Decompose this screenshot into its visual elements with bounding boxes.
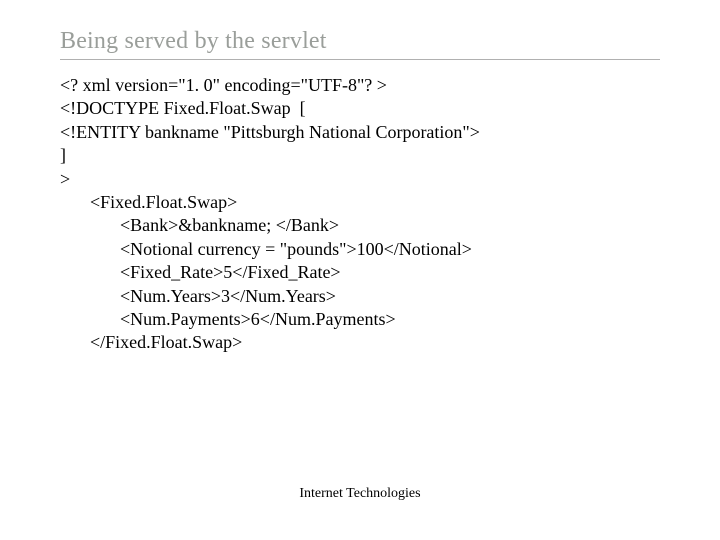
slide-title: Being served by the servlet (60, 28, 660, 55)
code-line: <Num.Years>3</Num.Years> (60, 285, 660, 308)
code-line: <!ENTITY bankname "Pittsburgh National C… (60, 121, 660, 144)
code-line: <Notional currency = "pounds">100</Notio… (60, 238, 660, 261)
code-line: <Num.Payments>6</Num.Payments> (60, 308, 660, 331)
code-line: </Fixed.Float.Swap> (60, 331, 660, 354)
code-block: <? xml version="1. 0" encoding="UTF-8"? … (60, 74, 660, 355)
code-line: <Bank>&bankname; </Bank> (60, 214, 660, 237)
code-line: <Fixed_Rate>5</Fixed_Rate> (60, 261, 660, 284)
code-line: <Fixed.Float.Swap> (60, 191, 660, 214)
code-line: ] (60, 144, 660, 167)
code-line: > (60, 168, 660, 191)
code-line: <? xml version="1. 0" encoding="UTF-8"? … (60, 74, 660, 97)
slide: Being served by the servlet <? xml versi… (0, 0, 720, 355)
code-line: <!DOCTYPE Fixed.Float.Swap [ (60, 97, 660, 120)
footer-text: Internet Technologies (0, 486, 720, 502)
title-underline (60, 59, 660, 60)
